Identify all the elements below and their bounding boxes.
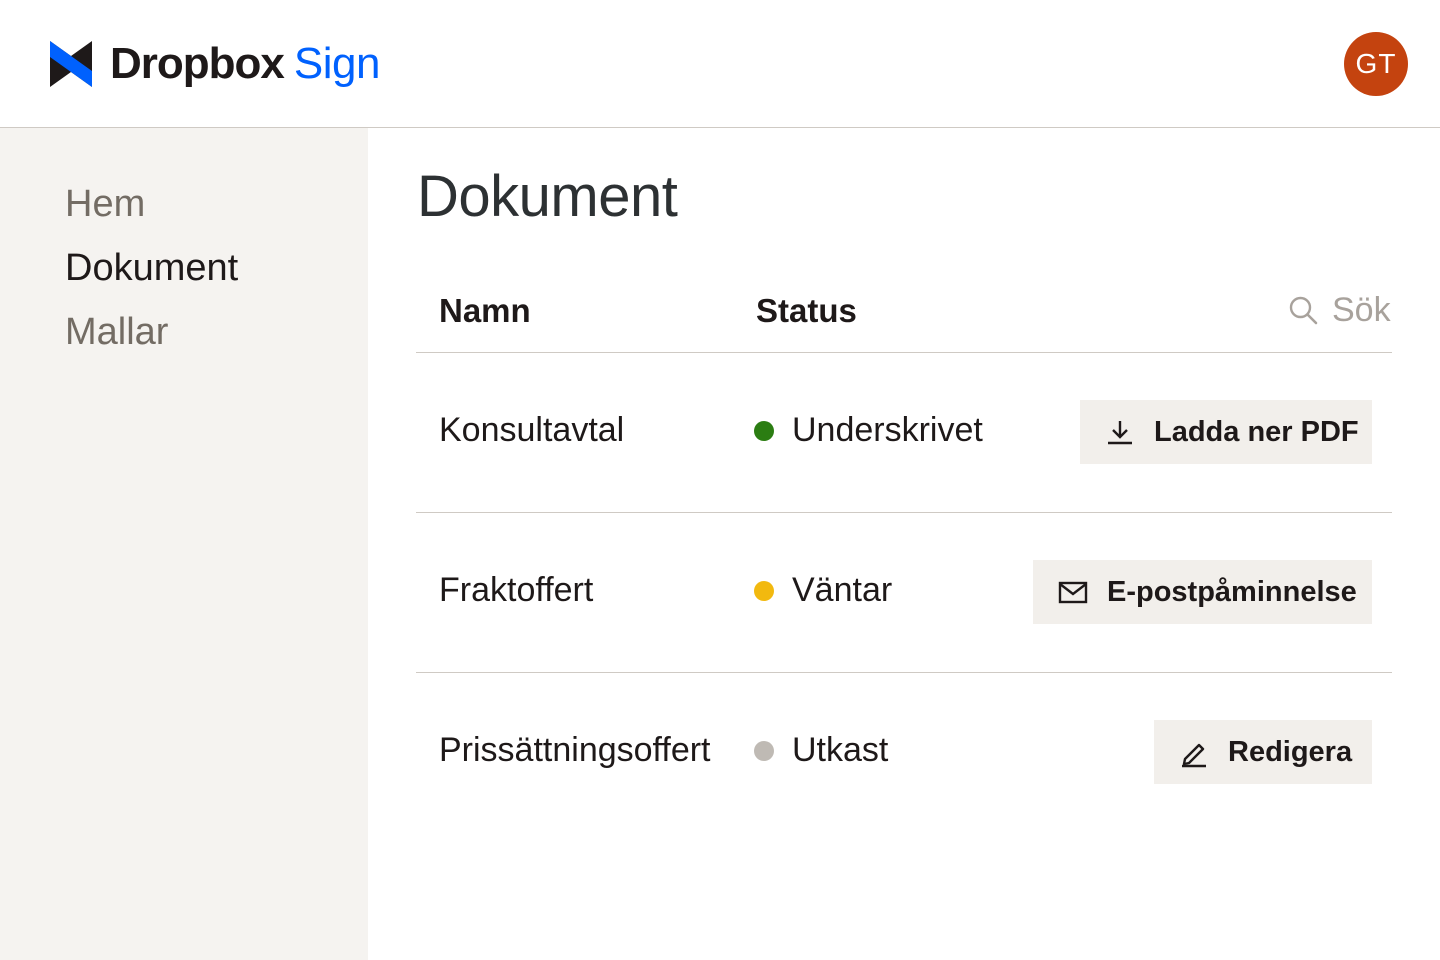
search-icon bbox=[1289, 296, 1318, 325]
status-cell: Underskrivet bbox=[754, 411, 983, 450]
status-label: Underskrivet bbox=[792, 411, 983, 449]
status-cell: Väntar bbox=[754, 571, 892, 610]
email-reminder-button[interactable]: E-postpåminnelse bbox=[1033, 560, 1372, 624]
page-title: Dokument bbox=[417, 164, 678, 229]
status-dot-draft bbox=[754, 740, 774, 761]
download-pdf-button[interactable]: Ladda ner PDF bbox=[1080, 400, 1372, 464]
status-dot-pending bbox=[754, 580, 774, 601]
download-pdf-label: Ladda ner PDF bbox=[1154, 415, 1359, 448]
sidebar: Hem Dokument Mallar bbox=[0, 128, 368, 960]
download-icon bbox=[1108, 421, 1132, 445]
row-divider bbox=[416, 512, 1392, 513]
edit-button[interactable]: Redigera bbox=[1154, 720, 1372, 784]
sidebar-item-hem[interactable]: Hem bbox=[65, 183, 145, 226]
brand-name: Dropbox bbox=[110, 39, 285, 88]
search-placeholder: Sök bbox=[1332, 290, 1391, 329]
column-header-name[interactable]: Namn bbox=[439, 292, 531, 330]
document-name[interactable]: Fraktoffert bbox=[439, 571, 593, 610]
status-label: Väntar bbox=[792, 571, 893, 609]
sidebar-item-mallar[interactable]: Mallar bbox=[65, 311, 168, 354]
user-avatar[interactable]: GT bbox=[1344, 32, 1408, 96]
edit-label: Redigera bbox=[1228, 735, 1353, 768]
top-bar: Dropbox Sign GT bbox=[0, 0, 1440, 128]
brand-product: Sign bbox=[293, 39, 381, 88]
status-dot-signed bbox=[754, 420, 774, 441]
sidebar-item-dokument[interactable]: Dokument bbox=[65, 247, 238, 290]
status-cell: Utkast bbox=[754, 731, 888, 770]
dropbox-sign-logo[interactable]: Dropbox Sign bbox=[50, 39, 381, 88]
row-divider bbox=[416, 672, 1392, 673]
mail-icon bbox=[1058, 581, 1088, 604]
header-divider bbox=[416, 352, 1392, 353]
status-label: Utkast bbox=[792, 731, 889, 769]
column-header-status[interactable]: Status bbox=[756, 292, 857, 330]
edit-icon bbox=[1182, 743, 1206, 768]
search-input[interactable]: Sök bbox=[1288, 290, 1391, 330]
email-reminder-label: E-postpåminnelse bbox=[1107, 575, 1357, 608]
document-name[interactable]: Prissättningsoffert bbox=[439, 731, 711, 770]
document-name[interactable]: Konsultavtal bbox=[439, 411, 624, 450]
dropbox-sign-logo-icon bbox=[50, 41, 92, 87]
